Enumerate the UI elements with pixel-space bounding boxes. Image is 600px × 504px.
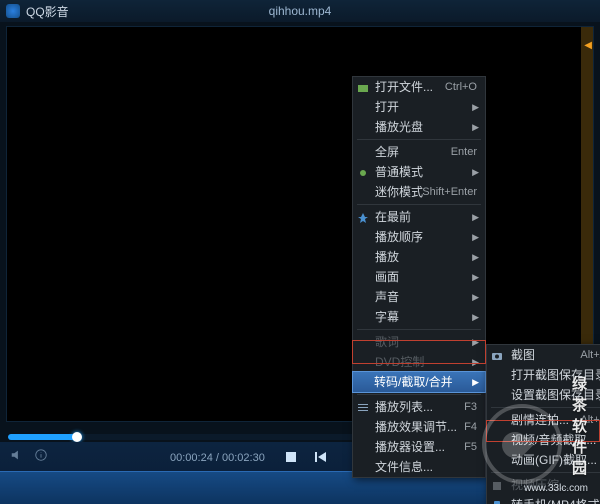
volume-icon[interactable] [10, 448, 24, 462]
menu-transcode-capture-merge[interactable]: 转码/截取/合并▶ [352, 371, 486, 393]
menu-dvd-control: DVD控制▶ [353, 352, 485, 372]
check-icon [357, 165, 369, 177]
menu-player-settings[interactable]: 播放器设置...F5 [353, 437, 485, 457]
menu-effect-adjust[interactable]: 播放效果调节...F4 [353, 417, 485, 437]
menu-separator [357, 204, 481, 205]
menu-mini-mode[interactable]: 迷你模式Shift+Enter [353, 182, 485, 202]
menu-separator [357, 139, 481, 140]
menu-file-info[interactable]: 文件信息... [353, 457, 485, 477]
menu-on-top[interactable]: 在最前▶ [353, 207, 485, 227]
menu-open[interactable]: 打开▶ [353, 97, 485, 117]
app-logo-icon [6, 4, 20, 18]
menu-play[interactable]: 播放▶ [353, 247, 485, 267]
time-current: 00:00:24 [170, 452, 213, 464]
menu-picture[interactable]: 画面▶ [353, 267, 485, 287]
pin-icon [357, 210, 369, 222]
titlebar: QQ影音 qihhou.mp4 [0, 0, 600, 22]
list-icon [357, 400, 369, 412]
menu-separator [357, 394, 481, 395]
submenu-screenshot[interactable]: 截图Alt+A [487, 345, 600, 365]
menu-normal-mode[interactable]: 普通模式▶ [353, 162, 485, 182]
info-icon[interactable] [34, 448, 48, 462]
time-total: 00:02:30 [222, 452, 265, 464]
folder-icon [357, 80, 369, 92]
compress-icon [491, 478, 503, 490]
menu-playlist[interactable]: 播放列表...F3 [353, 397, 485, 417]
menu-separator [357, 329, 481, 330]
menu-sound[interactable]: 声音▶ [353, 287, 485, 307]
context-menu: 打开文件...Ctrl+O 打开▶ 播放光盘▶ 全屏Enter 普通模式▶ 迷你… [352, 76, 486, 478]
watermark-url: www.33lc.com [524, 483, 588, 494]
menu-fullscreen[interactable]: 全屏Enter [353, 142, 485, 162]
phone-icon [491, 498, 503, 504]
menu-play-disc[interactable]: 播放光盘▶ [353, 117, 485, 137]
stop-button[interactable] [280, 446, 302, 468]
submenu-convert-mobile[interactable]: 转手机(MP4格式) [487, 495, 600, 504]
progress-fill [8, 434, 78, 440]
progress-knob-icon[interactable] [72, 432, 82, 442]
menu-lyrics: 歌词▶ [353, 332, 485, 352]
app-name: QQ影音 [26, 3, 69, 20]
menu-open-file[interactable]: 打开文件...Ctrl+O [353, 77, 485, 97]
player-window: QQ影音 qihhou.mp4 ◀ 00:00:24 / 00:02:30 打开… [0, 0, 600, 504]
playlist-toggle-icon[interactable]: ◀ [584, 40, 592, 51]
time-display: 00:00:24 / 00:02:30 [170, 452, 265, 464]
menu-subtitle[interactable]: 字幕▶ [353, 307, 485, 327]
watermark-text: 绿茶软件园 [572, 373, 588, 478]
menu-play-order[interactable]: 播放顺序▶ [353, 227, 485, 247]
camera-icon [491, 348, 503, 360]
prev-button[interactable] [310, 446, 332, 468]
file-title: qihhou.mp4 [0, 4, 600, 18]
